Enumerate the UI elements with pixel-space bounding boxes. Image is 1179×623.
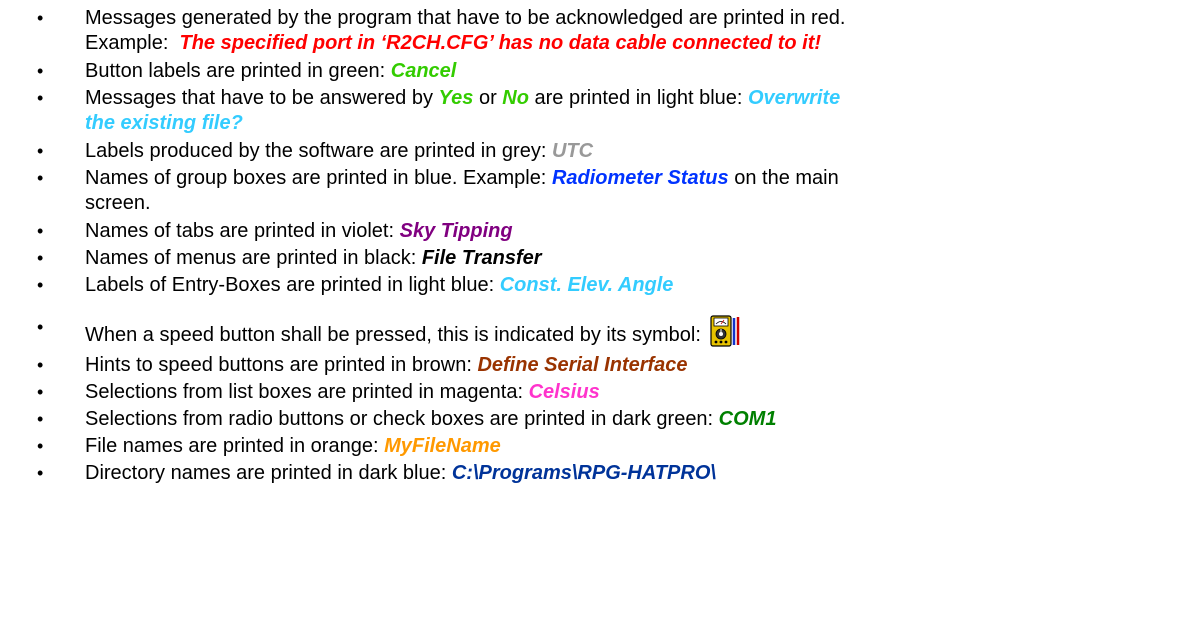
example-green: Cancel [390, 60, 457, 82]
example-dark-green: COM1 [718, 408, 777, 430]
example-blue: Radiometer Status [551, 167, 729, 189]
item-text: on the main [728, 167, 839, 189]
bullet: • [37, 317, 44, 337]
item-text: are printed in light blue: [528, 87, 748, 109]
item-text: Directory names are printed in dark blue… [85, 462, 452, 484]
bullet: • [37, 221, 44, 241]
speed-button-icon [710, 315, 742, 347]
item-text: Hints to speed buttons are printed in br… [85, 354, 478, 376]
example-black: File Transfer [421, 247, 542, 269]
example-violet: Sky Tipping [399, 220, 513, 242]
bullet: • [37, 61, 44, 81]
item-text: File names are printed in orange: [85, 435, 385, 457]
bullet: • [37, 409, 44, 429]
no-label: No [502, 87, 529, 109]
item-text: screen. [85, 192, 151, 214]
item-text: When a speed button shall be pressed, th… [85, 324, 707, 346]
item-text: Names of tabs are printed in violet: [85, 220, 400, 242]
item-text: Messages that have to be answered by [85, 87, 439, 109]
example-red: The specified port in ‘R2CH.CFG’ has no … [179, 32, 822, 54]
bullet: • [37, 355, 44, 375]
example-orange: MyFileName [384, 435, 501, 457]
item-text: Labels produced by the software are prin… [85, 140, 552, 162]
item-text: Labels of Entry-Boxes are printed in lig… [85, 274, 500, 296]
bullet: • [37, 248, 44, 268]
example-light-blue: the existing file? [85, 112, 243, 134]
item-text: Names of group boxes are printed in blue… [85, 167, 552, 189]
bullet: • [37, 8, 44, 28]
item-text: Example: [85, 32, 180, 54]
bullet: • [37, 88, 44, 108]
bullet: • [37, 141, 44, 161]
item-text: Selections from list boxes are printed i… [85, 381, 529, 403]
example-light-blue: Overwrite [748, 87, 841, 109]
example-grey: UTC [551, 140, 594, 162]
example-light-blue: Const. Elev. Angle [499, 274, 674, 296]
item-text: Names of menus are printed in black: [85, 247, 422, 269]
item-text: or [473, 87, 503, 109]
bullet: • [37, 463, 44, 483]
yes-label: Yes [438, 87, 474, 109]
bullet: • [37, 436, 44, 456]
bullet: • [37, 275, 44, 295]
bullet: • [37, 382, 44, 402]
item-text: Button labels are printed in green: [85, 60, 391, 82]
example-magenta: Celsius [528, 381, 600, 403]
bullet: • [37, 168, 44, 188]
example-dark-blue: C:\Programs\RPG-HATPRO\ [451, 462, 716, 484]
item-text: Selections from radio buttons or check b… [85, 408, 719, 430]
item-text: Messages generated by the program that h… [85, 7, 846, 29]
example-brown: Define Serial Interface [477, 354, 688, 376]
